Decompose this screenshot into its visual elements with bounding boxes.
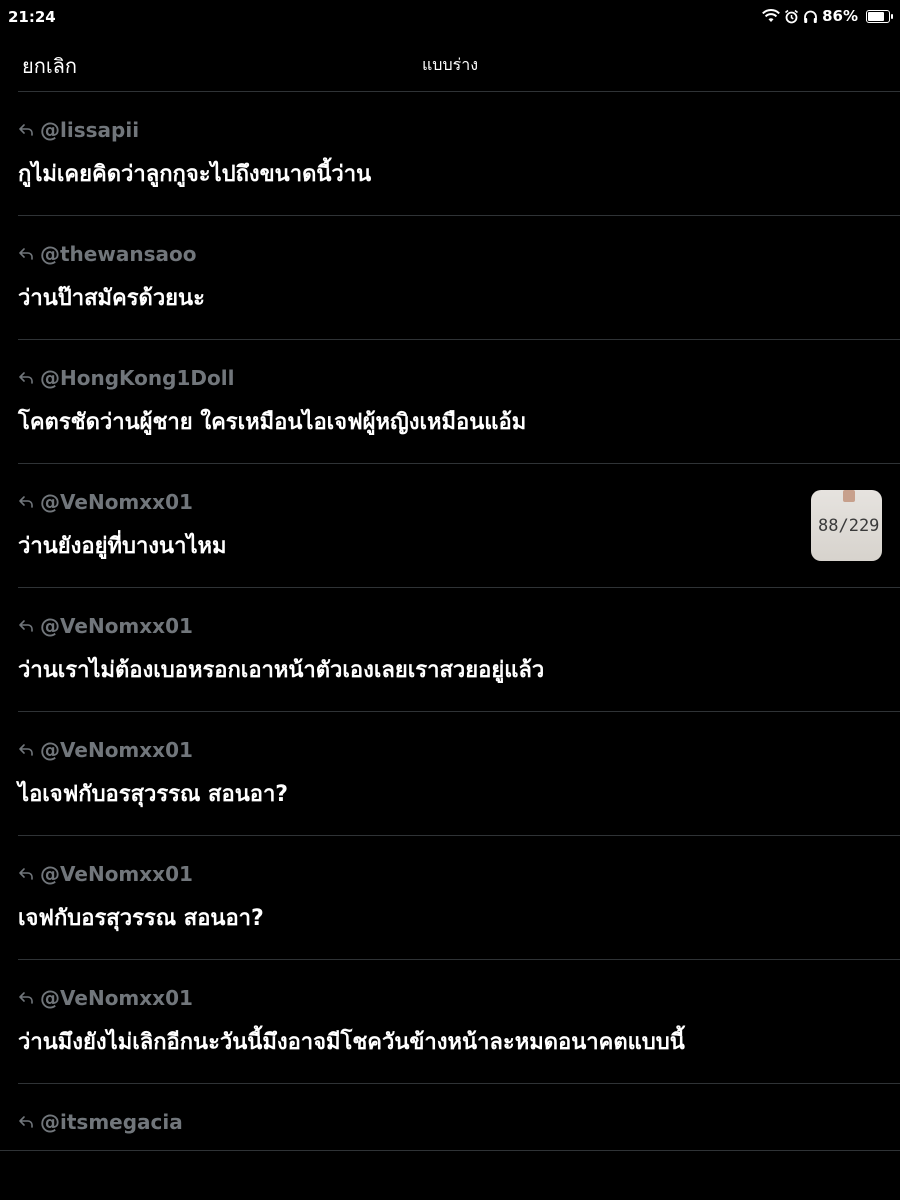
reply-to-row: @VeNomxx01 — [18, 490, 193, 514]
reply-handle: @HongKong1Doll — [40, 366, 235, 390]
reply-handle: @lissapii — [40, 118, 140, 142]
reply-arrow-icon — [19, 124, 33, 136]
draft-text: เจฟกับอรสุวรรณ สอนอา? — [18, 906, 264, 931]
draft-text: โคตรชัดว่านผู้ชาย ใครเหมือนไอเจฟผู้หญิงเ… — [18, 410, 527, 435]
draft-item[interactable]: @VeNomxx01 ว่านเราไม่ต้องเบอหรอกเอาหน้าตั… — [18, 588, 900, 712]
reply-to-row: @VeNomxx01 — [18, 986, 193, 1010]
reply-to-row: @thewansaoo — [18, 242, 196, 266]
draft-item[interactable]: @VeNomxx01 ไอเจฟกับอรสุวรรณ สอนอา? — [18, 712, 900, 836]
battery-level — [868, 11, 885, 21]
draft-text: กูไม่เคยคิดว่าลูกกูจะไปถึงขนาดนี้ว่าน — [18, 162, 372, 187]
reply-arrow-icon — [19, 372, 33, 384]
draft-text: ว่านมึงยังไม่เลิกอีกนะวันนี้มึงอาจมีโชคว… — [18, 1030, 685, 1055]
reply-handle: @thewansaoo — [40, 242, 197, 266]
draft-item[interactable]: @VeNomxx01 ว่านยังอยู่ที่บางนาไหม 88/229 — [18, 464, 900, 588]
headphones-icon — [804, 10, 817, 23]
draft-text: ว่านยังอยู่ที่บางนาไหม — [18, 534, 227, 559]
draft-item[interactable]: @HongKong1Doll โคตรชัดว่านผู้ชาย ใครเหมือ… — [18, 340, 900, 464]
draft-item[interactable]: @thewansaoo ว่านป๊าสมัครด้วยนะ — [18, 216, 900, 340]
status-bar: 21:24 86% — [0, 0, 900, 36]
draft-item[interactable]: @lissapii กูไม่เคยคิดว่าลูกกูจะไปถึงขนาดน… — [18, 92, 900, 216]
battery-percent: 86% — [822, 7, 858, 25]
reply-arrow-icon — [19, 992, 33, 1004]
reply-arrow-icon — [19, 744, 33, 756]
draft-item[interactable]: @VeNomxx01 เจฟกับอรสุวรรณ สอนอา? — [18, 836, 900, 960]
reply-handle: @VeNomxx01 — [40, 738, 193, 762]
drafts-list: @lissapii กูไม่เคยคิดว่าลูกกูจะไปถึงขนาดน… — [0, 92, 900, 1144]
page-title: แบบร่าง — [421, 55, 478, 74]
reply-to-row: @itsmegacia — [18, 1110, 183, 1134]
thumbnail-mark — [843, 490, 855, 502]
reply-handle: @VeNomxx01 — [40, 490, 193, 514]
reply-handle: @VeNomxx01 — [40, 986, 193, 1010]
draft-item[interactable]: @itsmegacia — [18, 1084, 900, 1144]
reply-arrow-icon — [19, 620, 33, 632]
battery-icon — [866, 9, 893, 23]
reply-handle: @VeNomxx01 — [40, 614, 193, 638]
reply-arrow-icon — [19, 868, 33, 880]
reply-to-row: @VeNomxx01 — [18, 862, 193, 886]
wifi-icon — [762, 9, 781, 22]
reply-arrow-icon — [19, 248, 33, 260]
reply-arrow-icon — [19, 1116, 33, 1128]
reply-handle: @itsmegacia — [40, 1110, 183, 1134]
reply-to-row: @VeNomxx01 — [18, 614, 193, 638]
draft-item[interactable]: @VeNomxx01 ว่านมึงยังไม่เลิกอีกนะวันนี้มึ… — [18, 960, 900, 1084]
reply-to-row: @lissapii — [18, 118, 139, 142]
reply-to-row: @VeNomxx01 — [18, 738, 193, 762]
reply-handle: @VeNomxx01 — [40, 862, 193, 886]
bottom-divider — [0, 1150, 900, 1151]
reply-arrow-icon — [19, 496, 33, 508]
drafts-header: ยกเลิก แบบร่าง — [0, 36, 900, 92]
draft-media-thumbnail[interactable]: 88/229 — [811, 490, 882, 561]
status-time: 21:24 — [8, 8, 56, 26]
draft-text: ไอเจฟกับอรสุวรรณ สอนอา? — [18, 782, 289, 807]
thumbnail-text: 88/229 — [818, 516, 880, 536]
alarm-icon — [785, 9, 799, 23]
draft-text: ว่านเราไม่ต้องเบอหรอกเอาหน้าตัวเองเลยเรา… — [18, 658, 545, 683]
draft-text: ว่านป๊าสมัครด้วยนะ — [18, 286, 205, 311]
status-icons: 86% — [762, 7, 893, 25]
reply-to-row: @HongKong1Doll — [18, 366, 234, 390]
